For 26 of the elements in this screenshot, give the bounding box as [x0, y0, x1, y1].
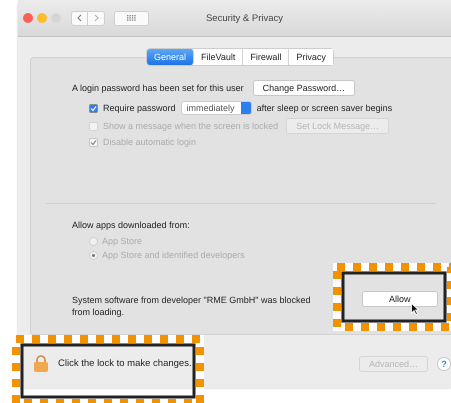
window-title: Security & Privacy	[204, 13, 284, 24]
back-button[interactable]	[71, 10, 88, 26]
chevron-left-icon	[77, 14, 82, 22]
lock-text: Click the lock to make changes.	[58, 358, 192, 369]
forward-button[interactable]	[88, 10, 105, 26]
allow-button[interactable]: Allow	[362, 291, 438, 307]
minimize-button[interactable]	[37, 13, 47, 23]
radio-label: App Store	[102, 236, 142, 246]
help-button[interactable]: ?	[437, 356, 451, 370]
chevron-right-icon	[94, 14, 98, 22]
blocked-message: System software from developer "RME GmbH" was blocked from loading.	[72, 294, 312, 318]
grid-icon	[127, 15, 136, 21]
change-password-button[interactable]: Change Password…	[252, 80, 356, 96]
checkbox[interactable]	[89, 104, 98, 112]
interval-select[interactable]: immediately	[180, 101, 252, 115]
login-text: A login password has been set for this user	[72, 83, 244, 93]
lock-icon[interactable]	[33, 355, 49, 372]
option-label: Disable automatic login	[103, 137, 196, 147]
section-heading: Allow apps downloaded from:	[72, 220, 191, 230]
radio-label: App Store and identified developers	[102, 250, 245, 260]
option-suffix: after sleep or screen saver begins	[256, 103, 392, 113]
close-button[interactable]	[23, 13, 33, 23]
option-label: Require password	[103, 103, 176, 113]
pointer-icon	[411, 303, 419, 315]
show-all-button[interactable]	[114, 10, 149, 26]
option-label: Show a message when the screen is locked	[103, 121, 278, 131]
